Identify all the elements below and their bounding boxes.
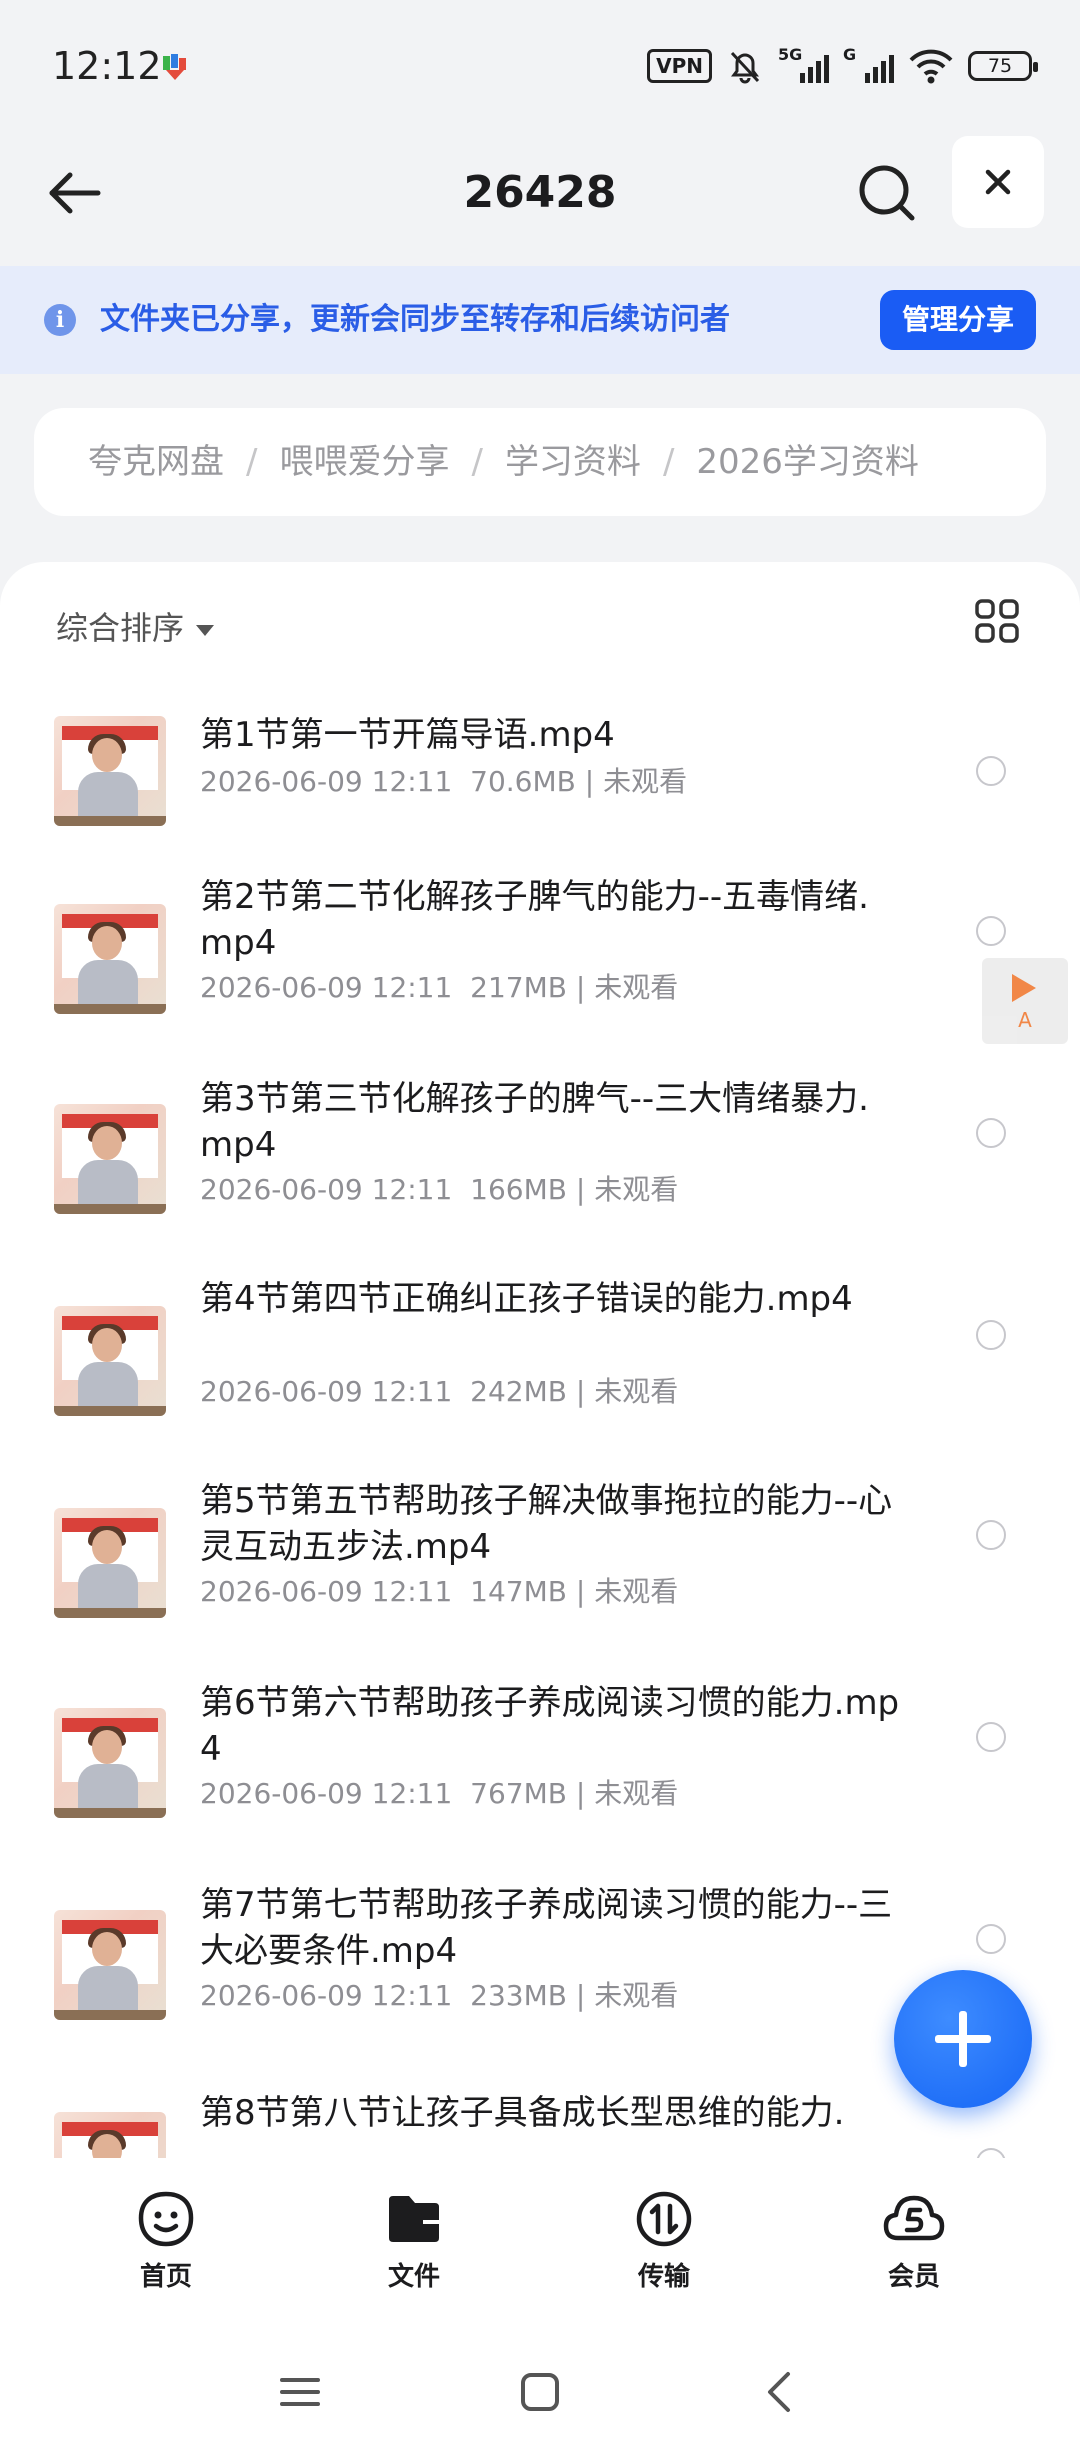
file-meta: 2026-06-09 12:11 147MB | 未观看 [200,1575,679,1608]
file-meta: 2026-06-09 12:11 70.6MB | 未观看 [200,765,688,798]
file-list-panel: 综合排序 第1节第一节开篇导语.mp4 2026-06-09 12:11 70.… [0,562,1080,2158]
tab-files[interactable]: 文件 [334,2188,494,2293]
file-list-item[interactable]: 第1节第一节开篇导语.mp4 2026-06-09 12:11 70.6MB |… [0,690,1080,850]
menu-icon[interactable] [276,2368,324,2416]
file-list-item[interactable]: 第5节第五节帮助孩子解决做事拖拉的能力--心灵互动五步法.mp4 2026-06… [0,1481,1080,1674]
video-thumbnail [54,716,166,826]
breadcrumb-item[interactable]: 学习资料 [505,442,641,482]
smile-face-icon [138,2191,194,2247]
file-name: 第8节第八节让孩子具备成长型思维的能力. [200,2093,845,2133]
system-navigation-bar [0,2318,1080,2460]
status-time: 12:12 [52,44,162,88]
breadcrumb-item[interactable]: 2026学习资料 [696,442,919,482]
vip-cloud-icon [883,2195,945,2241]
close-icon [985,169,1011,195]
file-list-item[interactable]: 第6节第六节帮助孩子养成阅读习惯的能力.mp4 2026-06-09 12:11… [0,1683,1080,1876]
sort-label: 综合排序 [56,609,185,647]
tab-label: 首页 [139,2262,192,2292]
select-radio[interactable] [976,1320,1006,1350]
folder-icon [389,2196,439,2242]
file-list-item[interactable]: 第2节第二节化解孩子脾气的能力--五毒情绪.mp4 2026-06-09 12:… [0,877,1080,1070]
file-name: 第2节第二节化解孩子脾气的能力--五毒情绪.mp4 [200,877,869,963]
file-list-item[interactable]: 第3节第三节化解孩子的脾气--三大情绪暴力.mp4 2026-06-09 12:… [0,1079,1080,1272]
transfer-icon [636,2191,692,2247]
tab-label: 会员 [887,2262,940,2292]
video-thumbnail [54,1508,166,1618]
video-thumbnail [54,2112,166,2158]
vpn-badge: VPN [647,49,712,83]
grid-view-icon[interactable] [974,598,1020,644]
file-name: 第7节第七节帮助孩子养成阅读习惯的能力--三大必要条件.mp4 [200,1885,893,1971]
search-icon[interactable] [852,158,922,228]
close-button[interactable] [952,136,1044,228]
wifi-icon [909,49,953,84]
tab-transfer[interactable]: 传输 [584,2188,744,2293]
back-chevron-icon[interactable] [756,2368,804,2416]
select-radio[interactable] [976,2148,1006,2158]
file-meta: 2026-06-09 12:11 166MB | 未观看 [200,1173,679,1206]
status-icons: VPN 5G G 75 [647,44,1038,88]
file-name: 第4节第四节正确纠正孩子错误的能力.mp4 [200,1279,853,1319]
floating-player-widget[interactable]: A [982,958,1068,1044]
breadcrumb-item[interactable]: 喂喂爱分享 [279,442,449,482]
breadcrumb: 夸克网盘 / 喂喂爱分享 / 学习资料/2026学习资料 [34,408,1046,516]
caret-down-icon [196,624,215,636]
file-name: 第1节第一节开篇导语.mp4 [200,715,615,755]
select-radio[interactable] [976,1924,1006,1954]
select-radio[interactable] [976,756,1006,786]
file-meta: 2026-06-09 12:11 767MB | 未观看 [200,1777,679,1810]
info-icon: i [44,304,76,336]
select-radio[interactable] [976,1722,1006,1752]
floating-widget-label: A [1018,1008,1032,1032]
file-name: 第5节第五节帮助孩子解决做事拖拉的能力--心灵互动五步法.mp4 [200,1481,893,1567]
select-radio[interactable] [976,1520,1006,1550]
add-fab-button[interactable] [894,1970,1032,2108]
share-notice-text: 文件夹已分享，更新会同步至转存和后续访问者 [100,302,730,337]
tab-label: 文件 [387,2262,440,2292]
signal-sim2-icon: G [843,45,894,83]
signal-sim1-icon: 5G [778,45,829,83]
bottom-tab-bar: 首页 文件 传输 会员 [0,2158,1080,2318]
select-radio[interactable] [976,1118,1006,1148]
file-list-item[interactable]: 第8节第八节让孩子具备成长型思维的能力. [0,2090,1080,2158]
video-thumbnail [54,904,166,1014]
tab-vip[interactable]: 会员 [834,2188,994,2293]
home-square-icon[interactable] [516,2368,564,2416]
breadcrumb-item[interactable]: 夸克网盘 [88,442,224,482]
status-bar: 12:12 VPN 5G G 75 [0,0,1080,130]
battery-indicator: 75 [968,51,1038,81]
bell-muted-icon [730,51,760,84]
file-meta: 2026-06-09 12:11 233MB | 未观看 [200,1979,679,2012]
file-list-item[interactable]: 第4节第四节正确纠正孩子错误的能力.mp4 2026-06-09 12:11 2… [0,1279,1080,1472]
video-thumbnail [54,1708,166,1818]
video-thumbnail [54,1104,166,1214]
tab-label: 传输 [637,2262,690,2292]
share-notice-banner: i 文件夹已分享，更新会同步至转存和后续访问者 管理分享 [0,266,1080,374]
app-notification-icon [163,54,186,80]
file-name: 第3节第三节化解孩子的脾气--三大情绪暴力.mp4 [200,1079,869,1165]
top-app-bar: 26428 [0,130,1080,266]
video-thumbnail [54,1306,166,1416]
manage-share-button[interactable]: 管理分享 [880,290,1036,350]
play-icon [1012,974,1036,1002]
file-name: 第6节第六节帮助孩子养成阅读习惯的能力.mp4 [200,1683,900,1769]
tab-home[interactable]: 首页 [86,2188,246,2293]
video-thumbnail [54,1910,166,2020]
file-meta: 2026-06-09 12:11 242MB | 未观看 [200,1375,679,1408]
sort-dropdown[interactable]: 综合排序 [56,598,215,658]
file-meta: 2026-06-09 12:11 217MB | 未观看 [200,971,679,1004]
select-radio[interactable] [976,916,1006,946]
